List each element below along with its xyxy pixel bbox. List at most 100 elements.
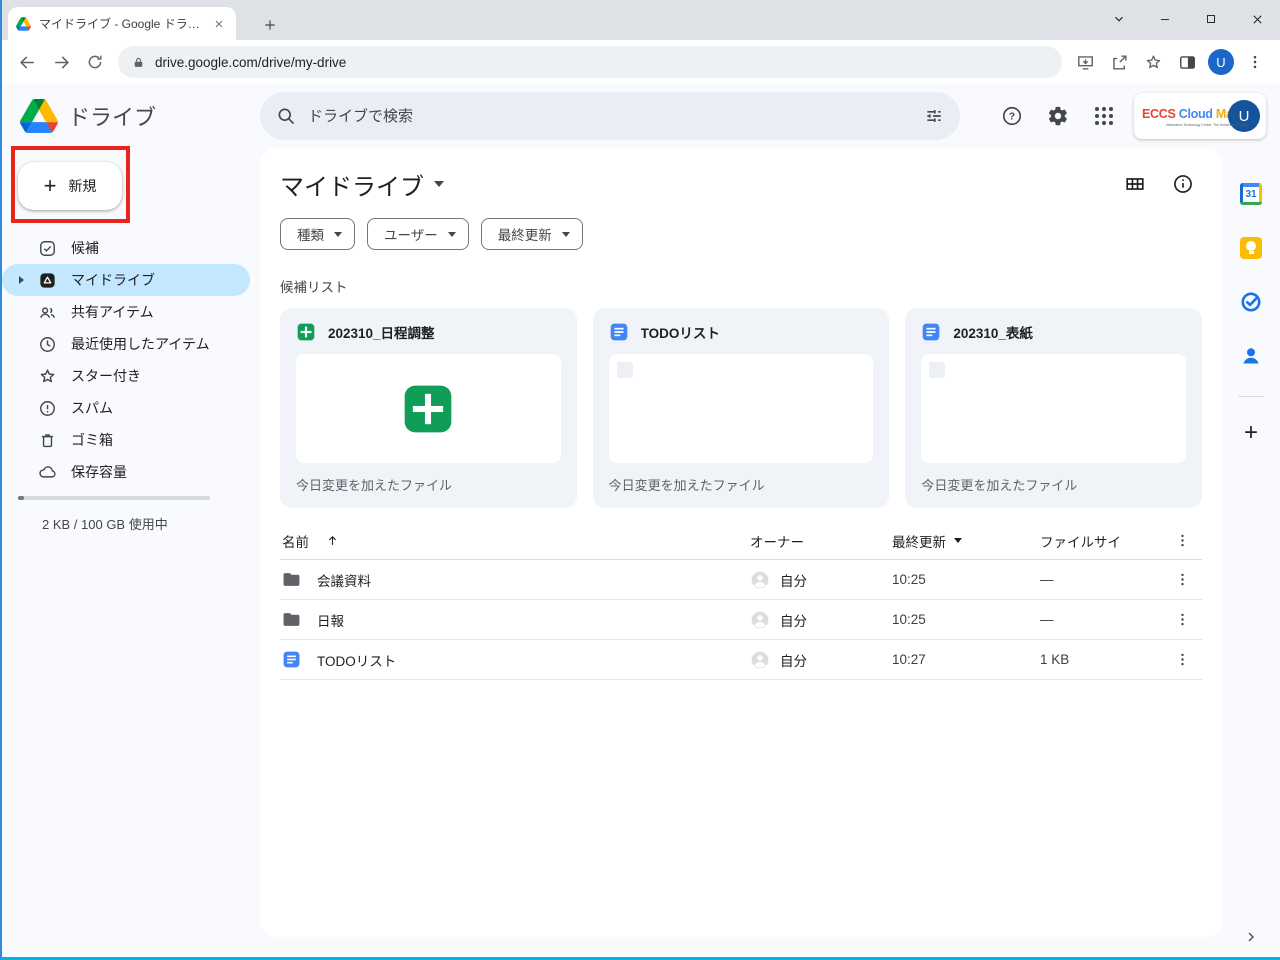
eccs-subtitle: Information Technology Center, The Unive… [1166, 123, 1200, 125]
sidebar-item-suggestions[interactable]: 候補 [2, 232, 250, 264]
column-header-size[interactable]: ファイルサイ [1040, 531, 1166, 551]
row-options-kebab-icon[interactable] [1166, 644, 1198, 676]
bookmark-star-icon[interactable] [1136, 45, 1170, 79]
calendar-icon[interactable]: 31 [1231, 174, 1271, 214]
trash-icon [38, 431, 57, 450]
filter-chip-type[interactable]: 種類 [280, 218, 355, 250]
drive-product-name: ドライブ [68, 100, 156, 132]
drive-body: + 新規 候補 マイドライブ [2, 148, 1280, 957]
account-card[interactable]: ECCS Cloud Mail Information Technology C… [1134, 93, 1266, 139]
storage-progress-fill [18, 496, 24, 500]
sidebar-item-label: 保存容量 [71, 462, 127, 482]
new-button[interactable]: + 新規 [18, 162, 122, 210]
docs-file-icon [609, 322, 629, 342]
maximize-button[interactable] [1188, 2, 1234, 36]
sidebar-item-label: スパム [71, 398, 113, 418]
docs-file-icon [921, 322, 941, 342]
tasks-icon[interactable] [1231, 282, 1271, 322]
page-title: マイドライブ [280, 167, 424, 202]
side-panel-icon[interactable] [1170, 45, 1204, 79]
sidebar-item-storage[interactable]: 保存容量 [2, 456, 250, 488]
file-row-meeting-docs[interactable]: 会議資料 自分 10:25 — [280, 560, 1202, 600]
tab-close-icon[interactable] [210, 15, 228, 33]
owner-name: 自分 [780, 610, 807, 630]
suggestion-card-todo[interactable]: TODOリスト 今日変更を加えたファイル [593, 308, 890, 508]
chevron-down-icon [562, 232, 570, 237]
modified-time: 10:25 [892, 572, 1040, 587]
file-size: — [1040, 572, 1166, 587]
sidebar-item-starred[interactable]: スター付き [2, 360, 250, 392]
row-options-kebab-icon[interactable] [1166, 604, 1198, 636]
cloud-icon [38, 463, 57, 482]
chevron-down-icon [448, 232, 456, 237]
suggestion-card-cover[interactable]: 202310_表紙 今日変更を加えたファイル [905, 308, 1202, 508]
contacts-icon[interactable] [1231, 336, 1271, 376]
collapse-panel-chevron-icon[interactable] [1222, 929, 1280, 945]
lock-icon [132, 56, 145, 69]
drive-brand[interactable]: ドライブ [2, 99, 260, 133]
reload-button[interactable] [78, 45, 112, 79]
docs-file-icon [282, 650, 301, 669]
eccs-word: ECCS [1142, 107, 1176, 121]
help-icon[interactable]: ? [992, 96, 1032, 136]
sidebar-item-spam[interactable]: スパム [2, 392, 250, 424]
account-avatar[interactable]: U [1228, 100, 1260, 132]
filter-chip-modified[interactable]: 最終更新 [481, 218, 583, 250]
chip-label: ユーザー [384, 224, 438, 244]
search-input[interactable] [308, 108, 912, 125]
minimize-button[interactable] [1142, 2, 1188, 36]
column-header-owner[interactable]: オーナー [750, 531, 892, 551]
file-size: — [1040, 612, 1166, 627]
shared-people-icon [38, 303, 57, 322]
suggestions-section-label: 候補リスト [280, 276, 1202, 296]
sidebar-item-label: 候補 [71, 238, 99, 258]
search-options-tune-icon[interactable] [924, 106, 944, 126]
chip-label: 種類 [297, 224, 324, 244]
file-row-todo-list[interactable]: TODOリスト 自分 10:27 1 KB [280, 640, 1202, 680]
google-apps-grid-icon[interactable] [1084, 96, 1124, 136]
column-header-modified[interactable]: 最終更新 [892, 531, 946, 551]
keep-icon[interactable] [1231, 228, 1271, 268]
share-icon[interactable] [1102, 45, 1136, 79]
card-thumbnail [921, 354, 1186, 463]
sidebar-item-my-drive[interactable]: マイドライブ [2, 264, 250, 296]
address-bar[interactable]: drive.google.com/drive/my-drive [118, 46, 1062, 78]
blank-doc-preview [617, 362, 633, 378]
get-add-ons-plus-icon[interactable]: + [1231, 413, 1271, 453]
file-row-daily-report[interactable]: 日報 自分 10:25 — [280, 600, 1202, 640]
column-header-name[interactable]: 名前 [282, 531, 309, 551]
sidebar-item-recent[interactable]: 最近使用したアイテム [2, 328, 250, 360]
expand-caret-icon[interactable] [19, 276, 24, 284]
info-icon[interactable] [1172, 173, 1194, 195]
page-title-dropdown[interactable]: マイドライブ [280, 167, 444, 202]
owner-name: 自分 [780, 570, 807, 590]
card-caption: 今日変更を加えたファイル [921, 475, 1186, 494]
sidebar-item-label: ゴミ箱 [71, 430, 113, 450]
browser-tab[interactable]: マイドライブ - Google ドライブ [8, 7, 236, 40]
sidebar-item-trash[interactable]: ゴミ箱 [2, 424, 250, 456]
install-drive-icon[interactable] [1068, 45, 1102, 79]
sidebar-item-label: 共有アイテム [71, 302, 154, 322]
sort-ascending-arrow-icon[interactable] [325, 533, 340, 548]
filter-chip-user[interactable]: ユーザー [367, 218, 469, 250]
chip-label: 最終更新 [498, 224, 552, 244]
row-options-kebab-icon[interactable] [1166, 564, 1198, 596]
settings-gear-icon[interactable] [1038, 96, 1078, 136]
browser-profile-avatar[interactable]: U [1208, 49, 1234, 75]
drive-search-bar[interactable] [260, 92, 960, 140]
tab-search-chevron-icon[interactable] [1096, 2, 1142, 36]
new-tab-button[interactable] [256, 11, 284, 39]
forward-button[interactable] [44, 45, 78, 79]
url-text: drive.google.com/drive/my-drive [155, 55, 346, 70]
back-button[interactable] [10, 45, 44, 79]
sidebar-item-shared[interactable]: 共有アイテム [2, 296, 250, 328]
browser-menu-kebab-icon[interactable] [1238, 45, 1272, 79]
folder-icon [282, 610, 301, 629]
suggestion-card-schedule[interactable]: 202310_日程調整 今日変更を加えたファイル [280, 308, 577, 508]
star-icon [38, 367, 57, 386]
grid-view-icon[interactable] [1124, 173, 1146, 195]
card-caption: 今日変更を加えたファイル [296, 475, 561, 494]
close-button[interactable] [1234, 2, 1280, 36]
column-options-kebab-icon[interactable] [1166, 525, 1198, 557]
card-file-name: TODOリスト [641, 322, 720, 342]
